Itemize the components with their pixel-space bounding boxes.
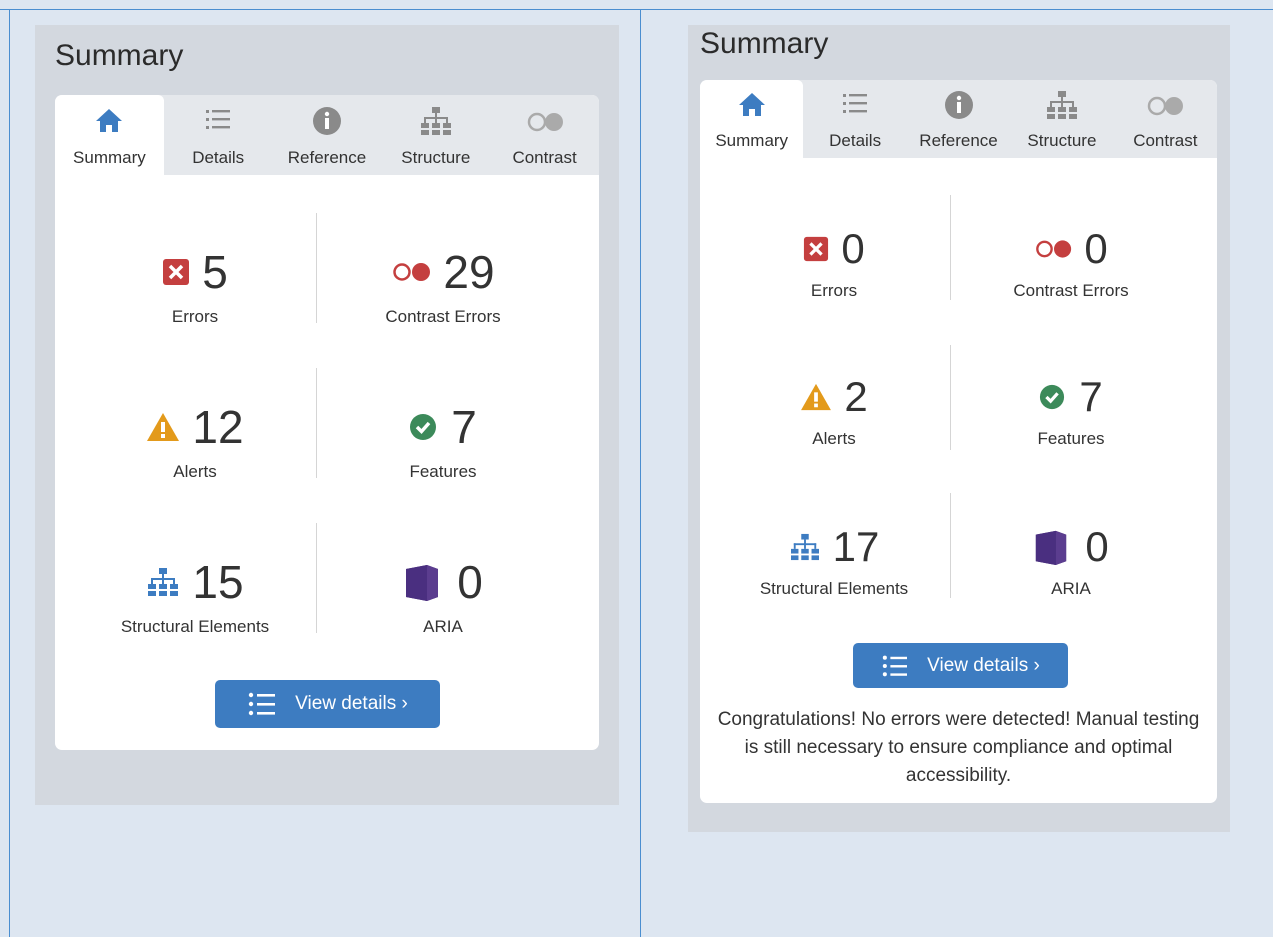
features-label: Features bbox=[409, 462, 477, 481]
summary-card: Summary Details Reference Structure Cont… bbox=[700, 80, 1217, 803]
tab-label: Summary bbox=[73, 148, 146, 167]
view-details-button[interactable]: View details › bbox=[853, 643, 1068, 688]
stat-alerts[interactable]: 12 Alerts bbox=[55, 400, 335, 482]
frame-divider bbox=[640, 9, 641, 937]
error-icon bbox=[163, 259, 190, 285]
list-icon bbox=[843, 94, 868, 113]
aria-cube-icon bbox=[406, 565, 439, 601]
structure-icon bbox=[1046, 91, 1077, 119]
tab-details[interactable]: Details bbox=[164, 95, 273, 175]
structural-elements-count: 15 bbox=[192, 556, 244, 608]
tab-label: Structure bbox=[1027, 131, 1097, 150]
errors-label: Errors bbox=[171, 307, 219, 326]
tab-label: Contrast bbox=[1133, 131, 1198, 150]
feature-check-icon bbox=[410, 414, 437, 440]
tab-details[interactable]: Details bbox=[803, 80, 906, 158]
list-icon bbox=[206, 110, 231, 129]
alerts-label: Alerts bbox=[173, 462, 217, 481]
panel-title: Summary bbox=[55, 39, 184, 72]
summary-panel-left: Summary Summary Details Reference Struct… bbox=[35, 25, 619, 805]
stat-aria[interactable]: 0 ARIA bbox=[325, 555, 561, 637]
stat-alerts[interactable]: 2 Alerts bbox=[700, 373, 968, 449]
tab-contrast[interactable]: Contrast bbox=[1114, 80, 1217, 158]
contrast-errors-count: 0 bbox=[1084, 225, 1108, 272]
tab-label: Reference bbox=[287, 148, 367, 167]
aria-count: 0 bbox=[457, 556, 483, 608]
aria-label: ARIA bbox=[423, 617, 463, 636]
tab-bar: Summary Details Reference Structure Cont… bbox=[55, 95, 599, 175]
contrast-errors-label: Contrast Errors bbox=[1013, 281, 1129, 300]
list-icon bbox=[882, 655, 908, 676]
aria-count: 0 bbox=[1085, 523, 1109, 570]
contrast-error-icon bbox=[393, 263, 431, 281]
info-icon bbox=[944, 91, 973, 119]
feature-check-icon bbox=[1040, 384, 1065, 410]
frame-border-left bbox=[9, 9, 10, 937]
tab-label: Structure bbox=[401, 148, 471, 167]
aria-cube-icon bbox=[1036, 530, 1067, 565]
summary-card: Summary Details Reference Structure Cont… bbox=[55, 95, 599, 750]
tab-bar: Summary Details Reference Structure Cont… bbox=[700, 80, 1217, 158]
stat-aria[interactable]: 0 ARIA bbox=[962, 523, 1180, 599]
tab-structure[interactable]: Structure bbox=[381, 95, 490, 175]
features-count: 7 bbox=[451, 401, 477, 453]
stat-structural-elements[interactable]: 15 Structural Elements bbox=[55, 555, 335, 637]
home-icon bbox=[738, 93, 765, 116]
alerts-label: Alerts bbox=[812, 429, 856, 448]
features-count: 7 bbox=[1079, 373, 1103, 420]
alerts-count: 12 bbox=[192, 401, 244, 453]
stat-contrast-errors[interactable]: 0 Contrast Errors bbox=[962, 225, 1180, 301]
view-details-label: View details › bbox=[927, 654, 1040, 676]
stat-errors[interactable]: 0 Errors bbox=[700, 225, 968, 301]
tab-reference[interactable]: Reference bbox=[273, 95, 382, 175]
tab-label: Details bbox=[192, 148, 245, 167]
list-icon bbox=[248, 692, 276, 716]
tab-structure[interactable]: Structure bbox=[1010, 80, 1113, 158]
tab-reference[interactable]: Reference bbox=[907, 80, 1010, 158]
structure-icon bbox=[420, 107, 451, 135]
tab-summary[interactable]: Summary bbox=[55, 95, 164, 175]
contrast-errors-count: 29 bbox=[443, 246, 495, 298]
tab-label: Reference bbox=[919, 131, 998, 150]
stat-errors[interactable]: 5 Errors bbox=[55, 245, 335, 327]
frame-border-top bbox=[0, 9, 1273, 10]
home-icon bbox=[96, 109, 123, 132]
no-errors-message: Congratulations! No errors were detected… bbox=[717, 709, 1200, 786]
errors-count: 0 bbox=[841, 225, 865, 272]
alert-icon bbox=[801, 383, 832, 411]
structure-icon bbox=[148, 568, 179, 596]
features-label: Features bbox=[1037, 429, 1105, 448]
summary-panel-right: Summary Summary Details Reference Struct… bbox=[688, 25, 1230, 832]
contrast-error-icon bbox=[1036, 240, 1072, 258]
errors-count: 5 bbox=[202, 246, 228, 298]
contrast-errors-label: Contrast Errors bbox=[385, 307, 501, 326]
view-details-label: View details › bbox=[295, 693, 408, 714]
tab-summary[interactable]: Summary bbox=[700, 80, 804, 158]
info-icon bbox=[312, 107, 341, 135]
tab-label: Summary bbox=[715, 131, 789, 150]
structural-elements-label: Structural Elements bbox=[120, 617, 270, 636]
stat-features[interactable]: 7 Features bbox=[325, 400, 561, 482]
errors-label: Errors bbox=[810, 281, 858, 300]
tab-label: Details bbox=[829, 131, 882, 150]
stat-structural-elements[interactable]: 17 Structural Elements bbox=[700, 523, 968, 599]
alerts-count: 2 bbox=[844, 373, 868, 420]
tab-label: Contrast bbox=[512, 148, 577, 167]
contrast-icon bbox=[1148, 96, 1184, 116]
error-icon bbox=[804, 236, 829, 262]
panel-title: Summary bbox=[700, 27, 829, 60]
stat-contrast-errors[interactable]: 29 Contrast Errors bbox=[325, 245, 561, 327]
structure-icon bbox=[790, 533, 819, 561]
view-details-button[interactable]: View details › bbox=[215, 680, 440, 728]
stat-features[interactable]: 7 Features bbox=[962, 373, 1180, 449]
structural-elements-label: Structural Elements bbox=[759, 579, 909, 598]
contrast-icon bbox=[527, 112, 563, 132]
tab-contrast[interactable]: Contrast bbox=[490, 95, 599, 175]
aria-label: ARIA bbox=[1051, 579, 1091, 598]
alert-icon bbox=[147, 413, 180, 441]
structural-elements-count: 17 bbox=[832, 523, 880, 570]
